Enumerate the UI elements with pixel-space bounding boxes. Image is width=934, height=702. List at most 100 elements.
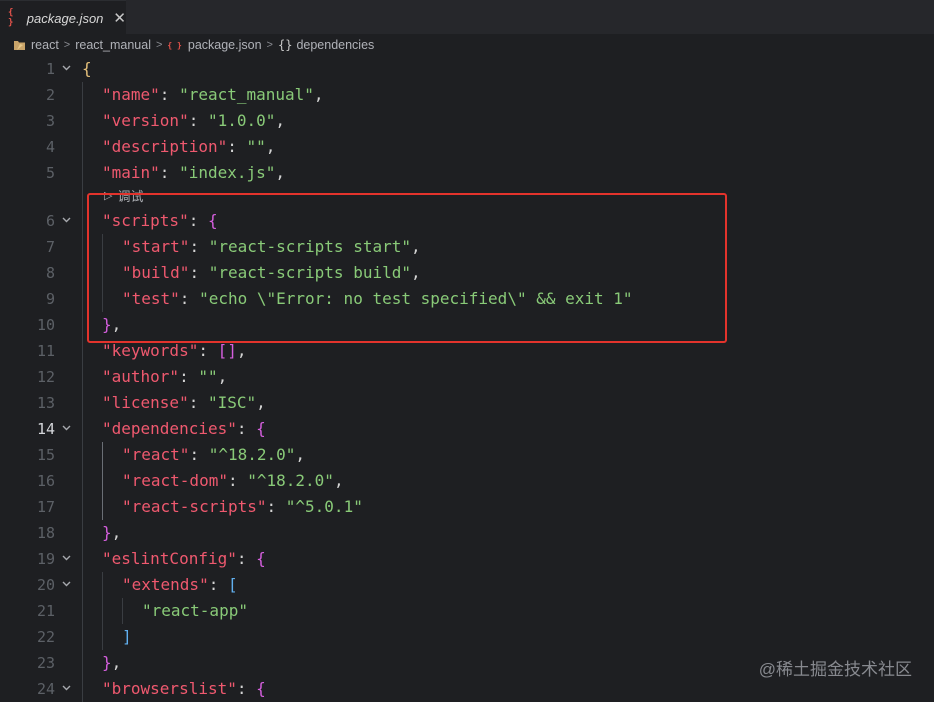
breadcrumb-label: package.json (187, 38, 262, 52)
tab-package-json[interactable]: { } package.json ✕ (0, 0, 126, 35)
code-token: "extends" (122, 575, 209, 594)
chevron-down-icon[interactable] (62, 581, 71, 587)
chevron-down-icon[interactable] (62, 555, 71, 561)
code-line[interactable]: 3 "version": "1.0.0", (0, 108, 934, 134)
code-token: : (236, 679, 257, 698)
chevron-down-icon[interactable] (62, 65, 71, 71)
breadcrumb: react > react_manual > { } package.json … (0, 34, 934, 56)
code-text: "name": "react_manual", (102, 82, 324, 108)
line-number: 18 (36, 524, 55, 542)
code-token: "browserslist" (102, 679, 237, 698)
line-number: 24 (36, 680, 55, 698)
close-icon[interactable]: ✕ (113, 9, 126, 27)
code-token: , (217, 367, 228, 386)
code-token: "author" (102, 367, 180, 386)
line-number: 5 (45, 164, 55, 182)
code-token: , (313, 85, 324, 104)
code-text: "extends": [ (122, 572, 238, 598)
code-text: "license": "ISC", (102, 390, 266, 416)
line-number: 16 (36, 472, 55, 490)
line-number: 4 (45, 138, 55, 156)
line-number: 15 (36, 446, 55, 464)
code-text: "browserslist": { (102, 676, 266, 702)
code-token: "version" (102, 111, 189, 130)
line-number: 17 (36, 498, 55, 516)
line-number: 23 (36, 654, 55, 672)
code-token: : (266, 497, 286, 516)
chevron-down-icon[interactable] (62, 685, 71, 691)
breadcrumb-item-dependencies[interactable]: {} dependencies (278, 38, 374, 52)
code-token: "ISC" (207, 393, 257, 412)
code-token: "description" (102, 137, 228, 156)
line-number: 14 (36, 420, 55, 438)
code-text: ] (122, 624, 132, 650)
chevron-right-icon: > (63, 39, 71, 51)
code-token: "eslintConfig" (102, 549, 237, 568)
breadcrumb-label: react (31, 38, 59, 52)
code-line[interactable]: 16 "react-dom": "^18.2.0", (0, 468, 934, 494)
line-number: 13 (36, 394, 55, 412)
code-line[interactable]: 18}, (0, 520, 934, 546)
line-number: 11 (36, 342, 55, 360)
chevron-down-icon[interactable] (62, 425, 71, 431)
code-token: { (256, 549, 266, 568)
code-text: "react-app" (142, 598, 248, 624)
chevron-down-icon[interactable] (62, 217, 71, 223)
code-line[interactable]: 1{ (0, 56, 934, 82)
code-token: : (179, 367, 199, 386)
line-number: 20 (36, 576, 55, 594)
code-line[interactable]: 4 "description": "", (0, 134, 934, 160)
code-token: "keywords" (102, 341, 199, 360)
code-token: : (188, 111, 208, 130)
line-number: 2 (45, 86, 55, 104)
code-line[interactable]: 19 "eslintConfig": { (0, 546, 934, 572)
code-token: "^18.2.0" (208, 445, 296, 464)
breadcrumb-item-react-manual[interactable]: react_manual (75, 38, 151, 52)
code-line[interactable]: 20 "extends": [ (0, 572, 934, 598)
code-token: , (265, 137, 276, 156)
code-token: : (189, 445, 209, 464)
line-number: 22 (36, 628, 55, 646)
code-token: "react" (122, 445, 190, 464)
breadcrumb-label: react_manual (75, 38, 151, 52)
code-line[interactable]: 14 "dependencies": { (0, 416, 934, 442)
code-token: , (111, 523, 122, 542)
code-line[interactable]: 21 "react-app" (0, 598, 934, 624)
code-token: "index.js" (179, 163, 276, 182)
code-text: "react": "^18.2.0", (122, 442, 305, 468)
highlight-annotation-box (87, 193, 727, 343)
code-token: "dependencies" (102, 419, 237, 438)
line-number: 8 (45, 264, 55, 282)
breadcrumb-item-react[interactable]: react (14, 38, 59, 52)
code-editor[interactable]: ▷ 调试 1{2 "name": "react_manual", 3 "version… (0, 56, 934, 702)
code-token: } (102, 523, 112, 542)
code-line[interactable]: 5 "main": "index.js", (0, 160, 934, 186)
code-token: } (102, 653, 112, 672)
code-token: : (188, 393, 208, 412)
code-line[interactable]: 15 "react": "^18.2.0", (0, 442, 934, 468)
code-text: "version": "1.0.0", (102, 108, 285, 134)
code-line[interactable]: 13 "license": "ISC", (0, 390, 934, 416)
code-token: , (111, 653, 122, 672)
breadcrumb-item-package-json[interactable]: { } package.json (167, 38, 261, 52)
code-token: : (208, 575, 228, 594)
code-line[interactable]: 2 "name": "react_manual", (0, 82, 934, 108)
code-token: { (82, 59, 92, 78)
line-number: 1 (45, 60, 55, 78)
indent-guide (122, 598, 123, 624)
code-text: }, (102, 520, 121, 546)
code-token: [ (227, 575, 238, 594)
code-token: : (198, 341, 218, 360)
code-line[interactable]: 22] (0, 624, 934, 650)
line-number: 7 (45, 238, 55, 256)
code-line[interactable]: 17 "react-scripts": "^5.0.1" (0, 494, 934, 520)
code-text: { (82, 56, 92, 82)
code-text: "eslintConfig": { (102, 546, 266, 572)
chevron-right-icon: > (155, 39, 163, 51)
breadcrumb-label: dependencies (296, 38, 375, 52)
code-text: "description": "", (102, 134, 275, 160)
code-token: : (227, 137, 247, 156)
code-token: "" (198, 367, 218, 386)
code-line[interactable]: 12 "author": "", (0, 364, 934, 390)
code-token: "main" (102, 163, 160, 182)
